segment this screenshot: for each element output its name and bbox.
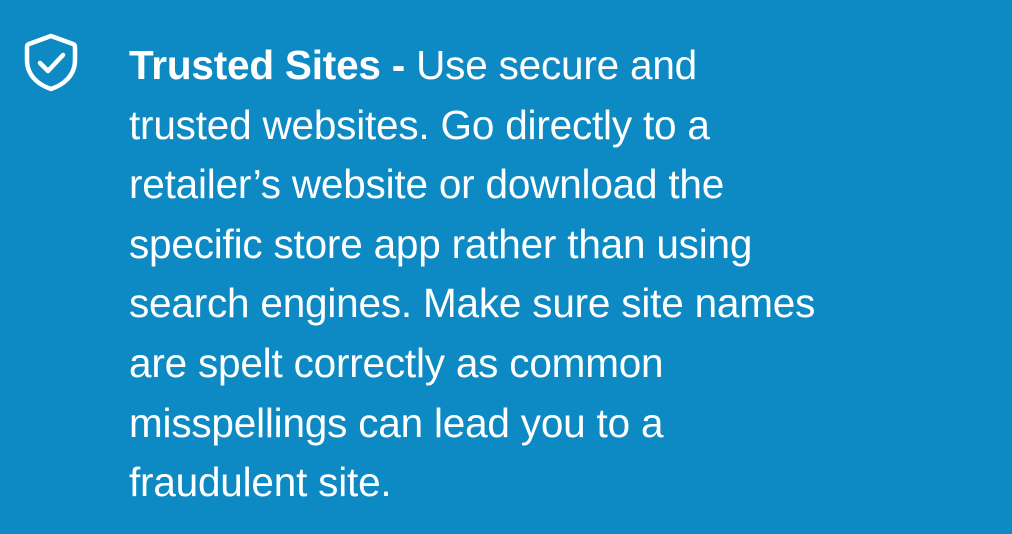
trusted-sites-tip: Trusted Sites - Use secure and trusted w… <box>0 0 1012 534</box>
tip-heading: Trusted Sites - <box>129 42 417 88</box>
shield-check-icon <box>24 33 78 92</box>
tip-text: Trusted Sites - Use secure and trusted w… <box>129 36 1012 513</box>
tip-body: Use secure and trusted websites. Go dire… <box>129 42 816 506</box>
